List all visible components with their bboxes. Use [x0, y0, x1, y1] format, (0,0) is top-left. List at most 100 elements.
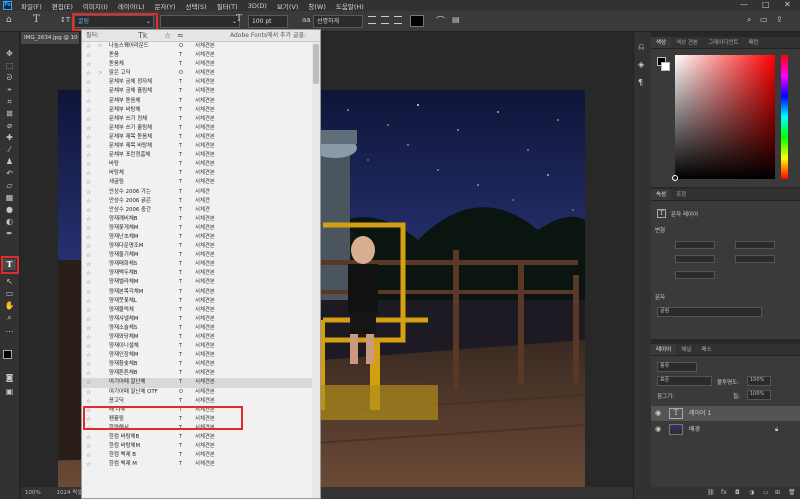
favorite-star-icon[interactable]: ☆ — [86, 442, 91, 451]
font-list-item[interactable]: ☆ 양재이니셜체 T 서체견본 — [82, 342, 320, 351]
menu-layer[interactable]: 레이어(L) — [113, 1, 150, 11]
menu-3d[interactable]: 3D(D) — [243, 2, 272, 10]
screen-mode-icon[interactable]: ▣ — [3, 386, 16, 397]
favorite-star-icon[interactable]: ☆ — [86, 342, 91, 351]
favorite-star-icon[interactable]: ☆ — [86, 188, 91, 197]
favorite-star-icon[interactable]: ☆ — [86, 51, 91, 60]
healing-brush-tool-icon[interactable]: ✚ — [3, 132, 16, 143]
favorite-star-icon[interactable]: ☆ — [86, 42, 91, 51]
font-list-item[interactable]: ☆ 양재깨비체B T 서체견본 — [82, 215, 320, 224]
font-list-item[interactable]: ☆ 양재본목각체M T 서체견본 — [82, 288, 320, 297]
font-list-item[interactable]: ☆ 윤고딕 T 서체견본 — [82, 397, 320, 406]
font-list-item[interactable]: ☆ 한컴 바탕체M T 서체견본 — [82, 442, 320, 451]
font-list-item[interactable]: ☆ 양재튼튼체B T 서체견본 — [82, 369, 320, 378]
font-list-item[interactable]: ☆ 양재둘기체M T 서체견본 — [82, 251, 320, 260]
rectangle-tool-icon[interactable]: ▭ — [3, 288, 16, 299]
favorite-star-icon[interactable]: ☆ — [86, 378, 91, 387]
font-list-item[interactable]: ☆ 양재샤넬체M T 서체견본 — [82, 315, 320, 324]
font-size-select[interactable]: 100 pt — [248, 15, 288, 28]
font-list-item[interactable]: ☆ 문체부 제목 바탕체 T 서체견본 — [82, 142, 320, 151]
favorite-star-icon[interactable]: ☆ — [86, 233, 91, 242]
path-selection-tool-icon[interactable]: ↖ — [3, 276, 16, 287]
paragraph-panel-icon[interactable]: ¶ — [638, 78, 643, 87]
more-tools-icon[interactable]: … — [3, 324, 16, 335]
favorite-star-icon[interactable]: ☆ — [86, 115, 91, 124]
font-list-item[interactable]: ☆ 한컴 백제 B T 서체견본 — [82, 451, 320, 460]
font-list-item[interactable]: ☆ 문체부 궁체 흘림체 T 서체견본 — [82, 87, 320, 96]
fx-icon[interactable]: fx — [721, 489, 727, 496]
align-left-icon[interactable] — [368, 16, 376, 24]
menu-window[interactable]: 창(W) — [303, 1, 330, 11]
layer-row-text[interactable]: ◉ T 레이어 1 — [651, 406, 800, 421]
favorite-star-icon[interactable]: ☆ — [86, 133, 91, 142]
favorites-filter-icon[interactable]: ☆ — [164, 30, 171, 42]
home-icon[interactable]: ⌂ — [6, 15, 12, 25]
font-list-item[interactable]: ☆ 양재난초체M T 서체견본 — [82, 233, 320, 242]
eraser-tool-icon[interactable]: ▱ — [3, 180, 16, 191]
font-list-item[interactable]: ☆ 양재인장체M T 서체견본 — [82, 351, 320, 360]
font-list-item[interactable]: ☆ > 맑은 고딕 O 서체견본 — [82, 69, 320, 78]
favorite-star-icon[interactable]: ☆ — [86, 260, 91, 269]
color-field[interactable] — [675, 55, 775, 179]
font-list-item[interactable]: ☆ 양재소슬체S T 서체견본 — [82, 324, 320, 333]
font-list-item[interactable]: ☆ 문체부 포런정흠체 T 서체견본 — [82, 151, 320, 160]
font-list-item[interactable]: ☆ 새굴림 T 서체견본 — [82, 178, 320, 187]
color-picker-handle[interactable] — [672, 175, 678, 181]
link-layers-icon[interactable]: ⛓ — [707, 489, 715, 496]
type-tool-preset-icon[interactable]: T — [33, 14, 40, 25]
frame-tool-icon[interactable]: ⊠ — [3, 108, 16, 119]
favorite-star-icon[interactable]: ☆ — [86, 142, 91, 151]
layer-row-background[interactable]: ◉ 배경 🔒︎ — [651, 422, 800, 437]
favorite-star-icon[interactable]: ☆ — [86, 242, 91, 251]
tab-swatches[interactable]: 색상 견본 — [671, 37, 703, 48]
font-list-item[interactable]: ☆ 돋움 T 서체견본 — [82, 51, 320, 60]
font-list-item[interactable]: ☆ 한컴 바탕체B T 서체견본 — [82, 433, 320, 442]
font-list-item[interactable]: ☆ 양재참숯체B T 서체견본 — [82, 360, 320, 369]
gradient-tool-icon[interactable]: ▦ — [3, 192, 16, 203]
warp-text-icon[interactable]: ⌒ — [436, 14, 445, 27]
brush-tool-icon[interactable]: ⁄ — [3, 144, 16, 155]
lasso-tool-icon[interactable]: ᘐ — [3, 72, 16, 83]
height-field[interactable] — [735, 241, 775, 249]
blur-tool-icon[interactable]: ● — [3, 204, 16, 215]
favorite-star-icon[interactable]: ☆ — [86, 288, 91, 297]
font-list-item[interactable]: ☆ 문체부 궁체 정자체 T 서체견본 — [82, 78, 320, 87]
favorite-star-icon[interactable]: ☆ — [86, 306, 91, 315]
menu-type[interactable]: 문자(Y) — [150, 1, 181, 11]
menu-file[interactable]: 파일(F) — [16, 1, 47, 11]
favorite-star-icon[interactable]: ☆ — [86, 160, 91, 169]
favorite-star-icon[interactable]: ☆ — [86, 60, 91, 69]
favorite-star-icon[interactable]: ☆ — [86, 333, 91, 342]
layer-name[interactable]: 배경 — [689, 422, 700, 437]
zoom-tool-icon[interactable]: ⌕ — [3, 312, 16, 323]
fill-field[interactable]: 100% — [747, 390, 771, 400]
favorite-star-icon[interactable]: ☆ — [86, 106, 91, 115]
font-list-item[interactable]: ☆ 양재다운명조M T 서체견본 — [82, 242, 320, 251]
tab-gradients[interactable]: 그레이디언트 — [703, 37, 743, 48]
font-list-item[interactable]: ☆ 양재백두체B T 서체견본 — [82, 269, 320, 278]
transform-section[interactable]: 변형 — [655, 226, 665, 234]
font-list-item[interactable]: ☆ 양재꽃게체M T 서체견본 — [82, 224, 320, 233]
menu-view[interactable]: 보기(V) — [272, 1, 303, 11]
favorite-star-icon[interactable]: ☆ — [86, 369, 91, 378]
favorite-star-icon[interactable]: ☆ — [86, 169, 91, 178]
font-list-item[interactable]: ☆ 문체부 제목 돋음체 T 서체견본 — [82, 133, 320, 142]
layer-name[interactable]: 레이어 1 — [689, 406, 711, 421]
font-list-item[interactable]: ☆ 여기어때 잘난체 OTF O 서체견본 — [82, 388, 320, 397]
favorite-star-icon[interactable]: ☆ — [86, 224, 91, 233]
favorite-star-icon[interactable]: ☆ — [86, 315, 91, 324]
font-list-item[interactable]: ☆ > 나눔스퀘어라운드 O 서체견본 — [82, 42, 320, 51]
font-list-item[interactable]: ☆ 양재붓꽃체L T 서체견본 — [82, 297, 320, 306]
foreground-color-swatch[interactable] — [3, 350, 12, 359]
favorite-star-icon[interactable]: ☆ — [86, 197, 91, 206]
font-list-item[interactable]: ☆ 문체부 쓰기 정체 T 서체견본 — [82, 115, 320, 124]
brush-settings-icon[interactable]: ◈ — [638, 60, 644, 69]
properties-font-select[interactable]: 굴림 — [657, 307, 762, 317]
menu-help[interactable]: 도움말(H) — [331, 1, 369, 11]
similar-fonts-icon[interactable]: ≈ — [177, 30, 184, 42]
tab-channels[interactable]: 채널 — [676, 344, 696, 355]
opacity-field[interactable]: 100% — [747, 376, 771, 386]
eyedropper-tool-icon[interactable]: ⌀ — [3, 120, 16, 131]
width-field[interactable] — [675, 241, 715, 249]
bg-color-chip[interactable] — [661, 62, 670, 71]
